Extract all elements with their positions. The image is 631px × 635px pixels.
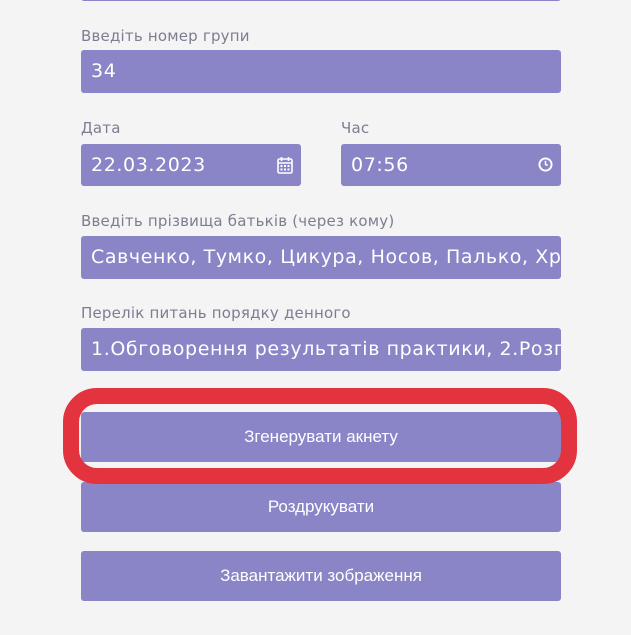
print-button[interactable]: Роздрукувати [81,482,561,532]
date-label: Дата [81,119,121,137]
download-image-button[interactable]: Завантажити зображення [81,551,561,601]
agenda-value: 1.Обговорення результатів практики, 2.Ро… [91,338,561,360]
group-number-value: 34 [91,60,117,82]
time-value: 07:56 [351,154,409,176]
parents-value: Савченко, Тумко, Цикура, Носов, Палько, … [91,246,561,268]
group-number-input[interactable]: 34 [81,50,561,93]
time-input[interactable]: 07:56 [341,144,561,186]
group-number-label: Введіть номер групи [81,27,250,45]
clock-icon[interactable] [538,157,553,172]
agenda-label: Перелік питань порядку денного [81,304,351,322]
agenda-input[interactable]: 1.Обговорення результатів практики, 2.Ро… [81,328,561,371]
date-input[interactable]: 22.03.2023 [81,144,301,186]
calendar-icon[interactable] [277,156,293,174]
previous-field-edge [81,0,561,1]
parents-input[interactable]: Савченко, Тумко, Цикура, Носов, Палько, … [81,236,561,279]
date-value: 22.03.2023 [91,154,206,176]
time-label: Час [341,119,370,137]
form-page: Введіть номер групи 34 Дата 22.03.2023 Ч… [0,0,631,635]
generate-button[interactable]: Згенерувати акнету [81,412,561,462]
parents-label: Введіть прізвища батьків (через кому) [81,212,395,230]
